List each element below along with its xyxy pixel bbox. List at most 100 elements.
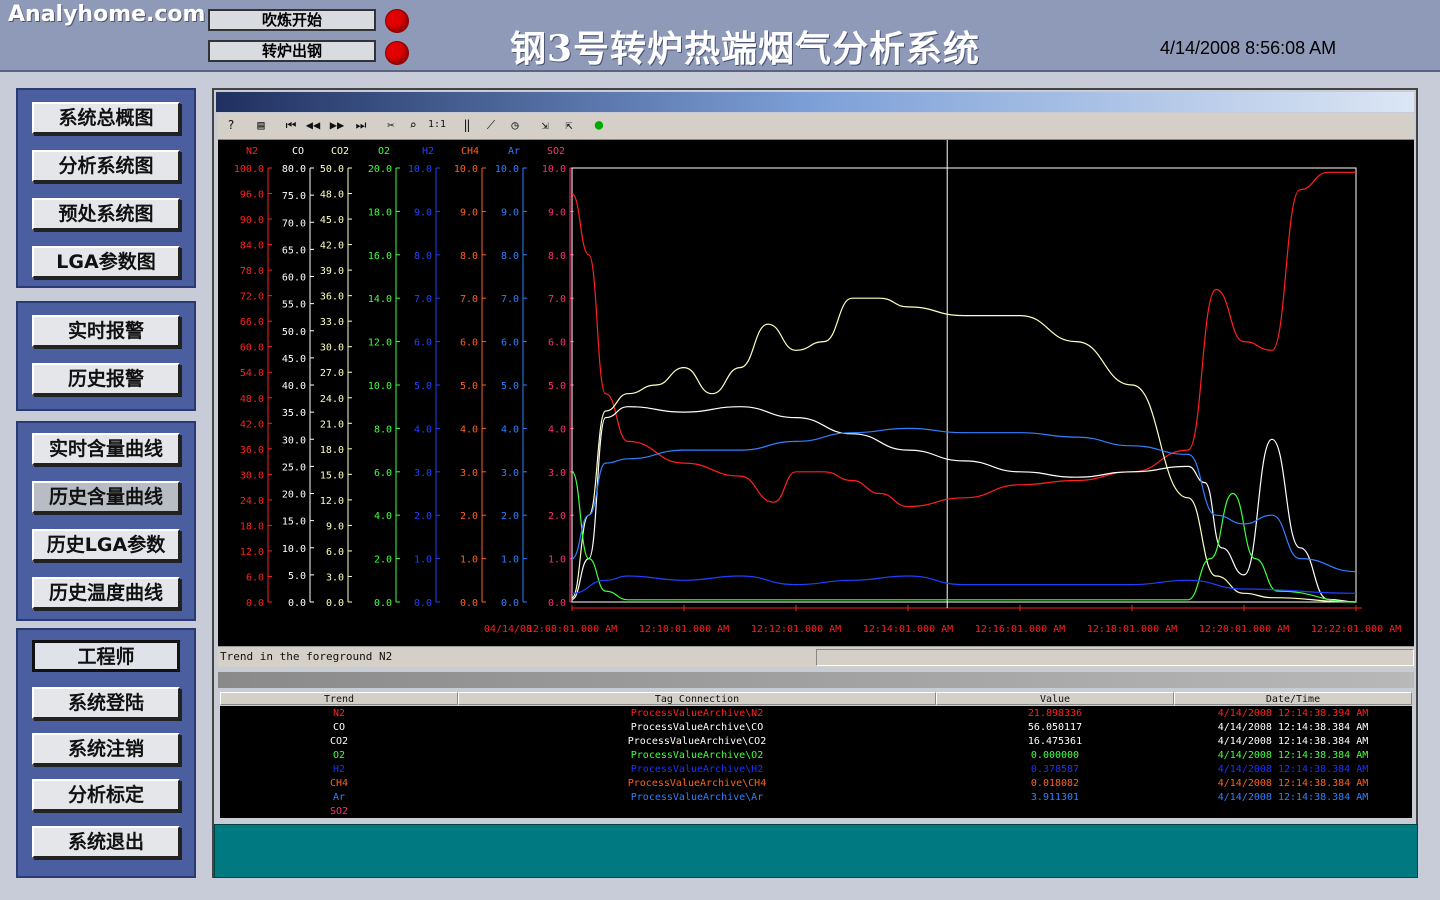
x-tick-label: 12:18:01.000 AM — [1087, 624, 1177, 635]
cell-tag: ProcessValueArchive\CO2 — [627, 736, 767, 747]
nav-history-alarm[interactable]: 历史报警 — [32, 363, 180, 395]
export2-icon[interactable]: ⇱ — [560, 116, 578, 134]
tap-steel-indicator — [385, 41, 409, 65]
col-datetime[interactable]: Date/Time — [1174, 692, 1412, 705]
nav-realtime-alarm[interactable]: 实时报警 — [32, 315, 180, 347]
cell-trend: SO2 — [329, 806, 349, 817]
bars-icon[interactable]: ‖ — [458, 116, 476, 134]
nav-system-overview[interactable]: 系统总概图 — [32, 102, 180, 134]
axis-tick-label: 2.0 — [501, 511, 519, 522]
axis-tick-label: 50.0 — [320, 164, 344, 175]
axis-tick-label: 0.0 — [460, 598, 478, 609]
nav-calibration[interactable]: 分析标定 — [32, 779, 180, 811]
first-icon[interactable]: ⏮ — [282, 116, 300, 134]
axis-tick-label: 6.0 — [414, 338, 432, 349]
nav-history-temp-curve[interactable]: 历史温度曲线 — [32, 577, 180, 609]
nav-group-alarms: 实时报警 历史报警 — [16, 301, 196, 411]
axis-tick-label: 70.0 — [282, 218, 306, 229]
nav-history-lga-params[interactable]: 历史LGA参数 — [32, 529, 180, 561]
axis-tick-label: 12.0 — [320, 496, 344, 507]
series-line-h2 — [571, 575, 1357, 594]
export-icon[interactable]: ⇲ — [536, 116, 554, 134]
axis-title-o2: O2 — [378, 146, 390, 157]
axis-tick-label: 16.0 — [368, 251, 392, 262]
prev-icon[interactable]: ◀◀ — [304, 116, 322, 134]
axis-tick-label: 1.0 — [460, 555, 478, 566]
help-icon[interactable]: ? — [222, 116, 240, 134]
trend-icon[interactable]: ⟋ — [482, 116, 500, 134]
axis-tick-label: 9.0 — [326, 521, 344, 532]
nav-pretreatment-system[interactable]: 预处系统图 — [32, 198, 180, 230]
axis-tick-label: 4.0 — [460, 424, 478, 435]
axis-tick-label: 9.0 — [548, 207, 566, 218]
top-bar: Analyhome.com 吹炼开始 转炉出钢 钢3号转炉热端烟气分析系统 4/… — [0, 0, 1440, 72]
nav-logout[interactable]: 系统注销 — [32, 733, 180, 765]
axis-tick-label: 96.0 — [240, 190, 264, 201]
axis-tick-label: 48.0 — [320, 190, 344, 201]
axis-tick-label: 7.0 — [501, 294, 519, 305]
nav-analysis-system[interactable]: 分析系统图 — [32, 150, 180, 182]
x-tick-label: 12:16:01.000 AM — [975, 624, 1065, 635]
axis-tick-label: 42.0 — [320, 241, 344, 252]
logo: Analyhome.com — [8, 2, 206, 27]
clock-icon[interactable]: ◷ — [506, 116, 524, 134]
axis-tick-label: 1.0 — [548, 555, 566, 566]
last-icon[interactable]: ⏭ — [352, 116, 370, 134]
axis-tick-label: 9.0 — [414, 207, 432, 218]
nav-lga-params[interactable]: LGA参数图 — [32, 246, 180, 278]
nav-realtime-content-curve[interactable]: 实时含量曲线 — [32, 433, 180, 465]
next-icon[interactable]: ▶▶ — [328, 116, 346, 134]
axis-tick-label: 0.0 — [548, 598, 566, 609]
cell-tag: ProcessValueArchive\CO — [630, 722, 764, 733]
trend-chart[interactable]: N2 100.0 96.0 90.0 84.0 78.0 72.0 66.0 60.0 54.0 4… — [218, 140, 1414, 646]
cell-value: 0.378587 — [1030, 764, 1080, 775]
axis-tick-label: 0.0 — [374, 598, 392, 609]
axis-tick-label: 8.0 — [548, 251, 566, 262]
nav-exit[interactable]: 系统退出 — [32, 826, 180, 858]
axis-tick-label: 14.0 — [368, 294, 392, 305]
axis-tick-label: 3.0 — [548, 468, 566, 479]
axis-tick-label: 0.0 — [246, 598, 264, 609]
cell-datetime: 4/14/2008 12:14:38.384 AM — [1217, 750, 1369, 761]
col-value[interactable]: Value — [936, 692, 1174, 705]
one-to-one-icon[interactable]: 1:1 — [428, 116, 446, 134]
axis-tick-label: 0.0 — [288, 598, 306, 609]
axis-tick-label: 18.0 — [240, 521, 264, 532]
axis-tick-label: 55.0 — [282, 300, 306, 311]
cell-tag: ProcessValueArchive\CH4 — [627, 778, 767, 789]
table-header: Trend Tag Connection Value Date/Time — [220, 692, 1412, 706]
tap-steel-button[interactable]: 转炉出钢 — [208, 40, 376, 62]
axis-tick-label: 2.0 — [548, 511, 566, 522]
trend-toolbar: ? ▤ ⏮ ◀◀ ▶▶ ⏭ ✂ ⌕ 1:1 ‖ ⟋ ◷ ⇲ ⇱ ● — [218, 113, 1414, 140]
cell-value: 0.018082 — [1030, 778, 1080, 789]
axis-tick-label: 10.0 — [542, 164, 566, 175]
table-icon[interactable]: ▤ — [252, 116, 270, 134]
axis-tick-label: 12.0 — [368, 338, 392, 349]
col-trend[interactable]: Trend — [220, 692, 458, 705]
nav-group-engineer: 工程师 系统登陆 系统注销 分析标定 系统退出 — [16, 628, 196, 878]
cell-datetime: 4/14/2008 12:14:38.384 AM — [1217, 736, 1369, 747]
nav-history-content-curve[interactable]: 历史含量曲线 — [32, 481, 180, 513]
axis-tick-label: 39.0 — [320, 266, 344, 277]
axis-tick-label: 5.0 — [288, 571, 306, 582]
status-icon[interactable]: ● — [590, 116, 608, 134]
trend-window-titlebar — [216, 92, 1414, 112]
axis-tick-label: 20.0 — [368, 164, 392, 175]
axis-tick-label: 45.0 — [282, 354, 306, 365]
value-table: Trend Tag Connection Value Date/Time N2 P… — [220, 692, 1412, 818]
ruler-icon[interactable]: ✂ — [382, 116, 400, 134]
axis-tick-label: 1.0 — [501, 555, 519, 566]
cell-tag: ProcessValueArchive\O2 — [630, 750, 764, 761]
axis-tick-label: 8.0 — [501, 251, 519, 262]
axis-tick-label: 48.0 — [240, 394, 264, 405]
axis-tick-label: 8.0 — [414, 251, 432, 262]
axis-tick-label: 12.0 — [240, 547, 264, 558]
plot-frame — [571, 167, 1357, 603]
col-tag[interactable]: Tag Connection — [458, 692, 936, 705]
axis-tick-label: 2.0 — [460, 511, 478, 522]
nav-login[interactable]: 系统登陆 — [32, 687, 180, 719]
axis-title-co2: CO2 — [331, 146, 349, 157]
blow-start-button[interactable]: 吹炼开始 — [208, 9, 376, 31]
zoom-icon[interactable]: ⌕ — [404, 116, 422, 134]
cell-datetime: 4/14/2008 12:14:38.384 AM — [1217, 722, 1369, 733]
